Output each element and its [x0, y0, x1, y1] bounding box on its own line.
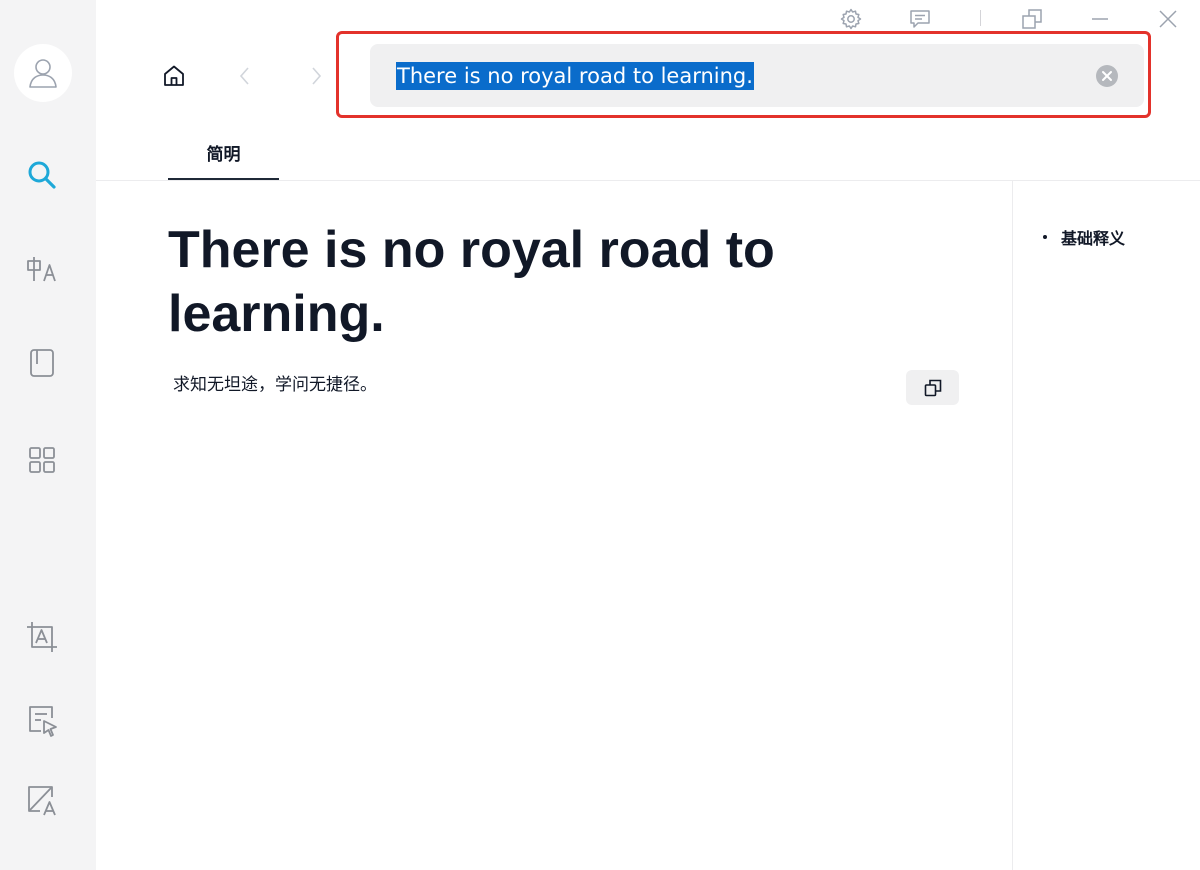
header-divider	[96, 180, 1200, 181]
titlebar-separator	[980, 10, 981, 26]
chevron-right-icon	[312, 67, 322, 85]
sidebar-item-select-translate[interactable]	[22, 700, 62, 740]
search-highlight-box	[336, 31, 1151, 118]
avatar[interactable]	[14, 44, 72, 102]
sidebar-item-apps[interactable]	[22, 440, 62, 480]
copy-icon	[924, 379, 941, 396]
gear-icon	[840, 8, 862, 30]
sidebar	[0, 0, 96, 870]
outline-item-basic-definition[interactable]: 基础释义	[1043, 225, 1125, 249]
pin-window-button[interactable]	[1019, 6, 1045, 32]
sidebar-item-wordbook[interactable]	[22, 343, 62, 383]
home-icon	[164, 65, 184, 86]
feedback-icon	[910, 10, 930, 28]
grid-icon	[29, 447, 55, 473]
tab-concise[interactable]: 简明	[168, 125, 279, 180]
outline-bullet	[1043, 235, 1047, 239]
minimize-button[interactable]	[1087, 6, 1113, 32]
book-icon	[30, 349, 54, 377]
result-phrase: There is no royal road to learning.	[168, 221, 775, 343]
user-icon	[29, 59, 57, 88]
outline-divider	[1012, 181, 1013, 870]
feedback-button[interactable]	[907, 6, 933, 32]
back-button[interactable]	[231, 62, 259, 90]
doc-edit-icon	[28, 786, 56, 816]
image-text-icon	[27, 622, 57, 652]
close-icon	[1159, 10, 1177, 28]
minimize-icon	[1092, 18, 1108, 20]
app-window: There is no royal road to learning. 简明 T…	[0, 0, 1200, 870]
copy-button[interactable]	[906, 370, 959, 405]
pin-window-icon	[1022, 9, 1042, 29]
sidebar-item-screenshot-translate[interactable]	[22, 617, 62, 657]
translate-icon	[27, 257, 56, 282]
sidebar-item-document-translate[interactable]	[22, 780, 62, 820]
search-icon	[28, 161, 56, 189]
result-translation: 求知无坦途，学问无捷径。	[173, 375, 377, 395]
chevron-left-icon	[239, 67, 249, 85]
sidebar-item-translate[interactable]	[22, 250, 62, 290]
settings-button[interactable]	[838, 6, 864, 32]
outline-item-label: 基础释义	[1061, 229, 1126, 248]
sidebar-item-search[interactable]	[22, 155, 62, 195]
home-button[interactable]	[160, 62, 188, 90]
forward-button[interactable]	[302, 62, 330, 90]
cursor-select-icon	[29, 706, 57, 737]
close-button[interactable]	[1155, 6, 1181, 32]
